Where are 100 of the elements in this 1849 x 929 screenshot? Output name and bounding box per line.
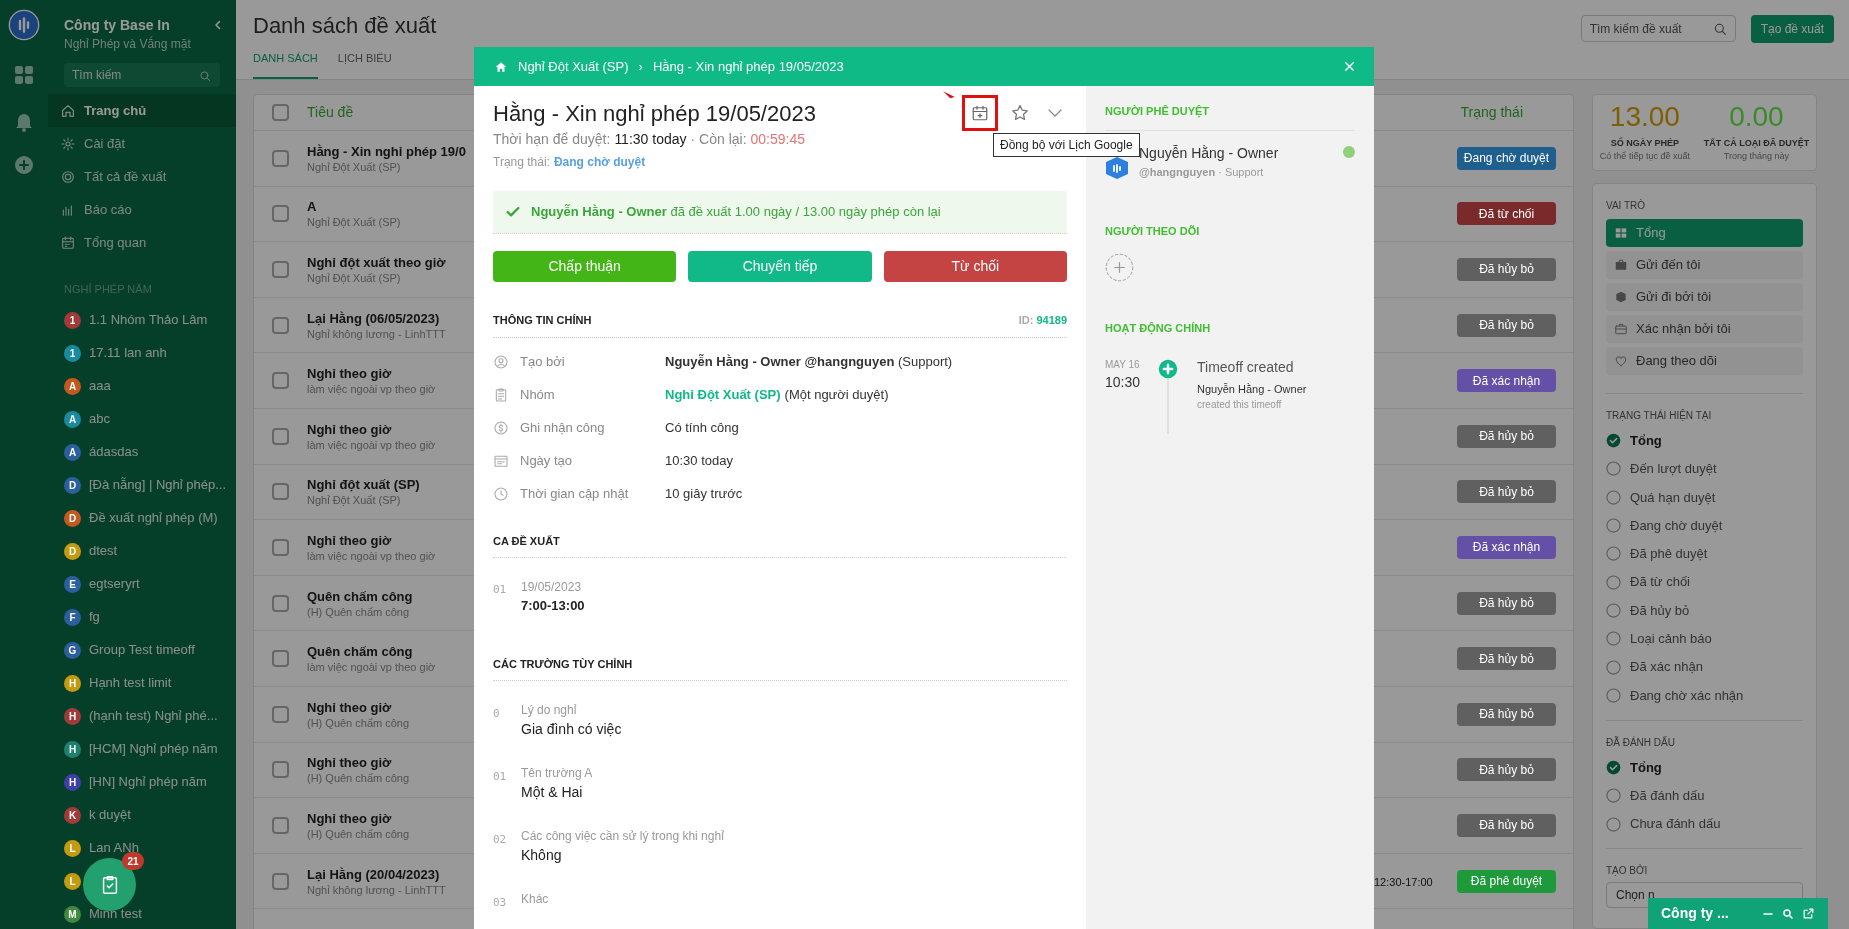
radio-icon[interactable] bbox=[1606, 788, 1621, 804]
radio-checked-icon[interactable] bbox=[1606, 433, 1621, 449]
group-link[interactable]: egtseryrt bbox=[89, 574, 140, 594]
field-label: Các công việc cần sử lý trong khi nghỉ bbox=[521, 828, 724, 845]
checkbox[interactable] bbox=[272, 816, 289, 834]
row-title[interactable]: Lại Hằng (20/04/2023) bbox=[307, 865, 440, 883]
checkbox[interactable] bbox=[272, 427, 289, 445]
calendar-add-icon[interactable] bbox=[971, 104, 989, 122]
tooltip: Đồng bộ với Lịch Google bbox=[993, 133, 1140, 157]
checkbox[interactable] bbox=[272, 650, 289, 668]
row-title[interactable]: Quên chấm công bbox=[307, 587, 413, 605]
radio-icon[interactable] bbox=[1606, 687, 1621, 703]
radio-icon[interactable] bbox=[1606, 631, 1621, 647]
group-link[interactable]: [Đà nẵng] | Nghỉ phép... bbox=[89, 475, 227, 495]
row-subtitle: (H) Quên chấm công bbox=[307, 604, 410, 619]
row-title[interactable]: Nghỉ đột xuất theo giờ bbox=[307, 254, 446, 271]
group-link[interactable]: 17.11 lan anh bbox=[89, 343, 167, 363]
group-link[interactable]: Đề xuất nghỉ phép (M) bbox=[89, 508, 218, 528]
approver-name: Nguyễn Hằng - Owner bbox=[1139, 143, 1280, 163]
radio-icon[interactable] bbox=[1606, 602, 1621, 618]
search-icon[interactable] bbox=[1782, 907, 1794, 920]
group-link[interactable]: aaa bbox=[89, 376, 111, 396]
radio-icon[interactable] bbox=[1606, 574, 1621, 590]
group-link[interactable]: Group Test timeoff bbox=[89, 640, 195, 660]
create-button[interactable]: Tạo đề xuất bbox=[1750, 15, 1834, 43]
action-button[interactable]: Chấp thuận bbox=[493, 251, 677, 282]
close-icon[interactable] bbox=[1343, 60, 1356, 73]
radio-label: Đã đánh dấu bbox=[1630, 787, 1705, 806]
checkbox[interactable] bbox=[272, 261, 289, 278]
radio-icon[interactable] bbox=[1606, 518, 1621, 534]
checkbox[interactable] bbox=[272, 316, 289, 334]
row-title[interactable]: Nghỉ theo giờ bbox=[307, 420, 392, 438]
external-link-icon[interactable] bbox=[1802, 907, 1815, 920]
radio-checked-icon[interactable] bbox=[1606, 760, 1621, 776]
remaining-label: · Còn lại: bbox=[690, 131, 747, 147]
group-link[interactable]: (hạnh test) Nghỉ phé... bbox=[89, 706, 218, 726]
search-field[interactable]: Tìm kiếm bbox=[64, 63, 220, 87]
radio-icon[interactable] bbox=[1606, 659, 1621, 675]
checkbox[interactable] bbox=[272, 483, 289, 501]
row-title[interactable]: Nghỉ theo giờ bbox=[307, 809, 392, 827]
add-follower-icon[interactable] bbox=[1105, 253, 1134, 282]
checkbox[interactable] bbox=[272, 205, 289, 223]
role-item[interactable]: Đang theo dõi bbox=[1606, 346, 1803, 375]
search-field[interactable]: Tìm kiếm đề xuất bbox=[1580, 15, 1736, 42]
role-item[interactable]: Tổng bbox=[1606, 218, 1803, 247]
nav-item[interactable]: Trang chủ bbox=[48, 94, 236, 127]
radio-icon[interactable] bbox=[1606, 546, 1621, 562]
checkbox[interactable] bbox=[272, 872, 289, 890]
row-title[interactable]: Lại Hằng (06/05/2023) bbox=[307, 309, 440, 327]
checkbox[interactable] bbox=[272, 761, 289, 779]
row-title[interactable]: Quên chấm công bbox=[307, 643, 413, 661]
checkbox[interactable] bbox=[272, 149, 289, 167]
group-link[interactable]: [HCM] Nghỉ phép năm bbox=[89, 739, 218, 759]
radio-icon[interactable] bbox=[1606, 489, 1621, 505]
checkbox[interactable] bbox=[272, 705, 289, 723]
role-item[interactable]: Gửi đi bởi tôi bbox=[1606, 282, 1803, 311]
row-title[interactable]: Nghỉ theo giờ bbox=[307, 698, 392, 716]
action-button[interactable]: Từ chối bbox=[883, 251, 1067, 282]
nav-item[interactable]: Cài đặt bbox=[48, 127, 236, 160]
tab[interactable]: DANH SÁCH bbox=[253, 46, 318, 79]
checkbox[interactable] bbox=[272, 538, 289, 556]
nav-item[interactable]: Tổng quan bbox=[48, 226, 236, 259]
chat-widget[interactable]: Công ty ... bbox=[1648, 898, 1828, 929]
group-link[interactable]: abc bbox=[89, 409, 110, 429]
row-title[interactable]: Nghỉ đột xuất (SP) bbox=[307, 476, 420, 494]
group-link[interactable]: fg bbox=[89, 607, 100, 627]
row-title[interactable]: Hằng - Xin nghỉ phép 19/0 bbox=[307, 142, 466, 160]
time-range: 12:30-17:00 bbox=[1374, 876, 1433, 888]
row-title[interactable]: A bbox=[307, 198, 317, 216]
group-link[interactable]: Hạnh test limit bbox=[89, 673, 172, 693]
grid-icon[interactable] bbox=[12, 63, 36, 87]
breadcrumb-current: Hằng - Xin nghỉ phép 19/05/2023 bbox=[652, 57, 844, 76]
action-button[interactable]: Chuyển tiếp bbox=[688, 251, 872, 282]
activity-time: 10:30 bbox=[1105, 372, 1142, 392]
field-value: Gia đình có việc bbox=[521, 720, 622, 739]
group-link[interactable]: k duyệt bbox=[89, 805, 131, 825]
summary-label: TẤT CẢ LOẠI ĐÃ DUYỆT bbox=[1703, 136, 1810, 150]
row-title[interactable]: Nghỉ theo giờ bbox=[307, 754, 392, 772]
star-icon[interactable] bbox=[1010, 103, 1030, 123]
tab[interactable]: LỊCH BIỂU bbox=[337, 46, 392, 79]
group-link[interactable]: dtest bbox=[89, 541, 118, 561]
radio-icon[interactable] bbox=[1606, 816, 1621, 832]
checkbox[interactable] bbox=[272, 372, 289, 390]
group-link[interactable]: 1.1 Nhóm Thảo Lâm bbox=[89, 310, 208, 330]
breadcrumb-link[interactable]: Nghỉ Đột Xuất (SP) bbox=[518, 56, 629, 77]
radio-icon[interactable] bbox=[1606, 461, 1621, 477]
checkbox[interactable] bbox=[272, 104, 289, 121]
nav-item[interactable]: Tất cả đề xuất bbox=[48, 160, 236, 193]
summary-note: Có thể tiếp tục đề xuất bbox=[1599, 150, 1690, 164]
role-item[interactable]: Xác nhận bởi tôi bbox=[1606, 314, 1803, 343]
row-title[interactable]: Nghỉ theo giờ bbox=[307, 365, 392, 383]
group-link[interactable]: [HN] Nghỉ phép năm bbox=[89, 772, 207, 792]
role-item[interactable]: Gửi đến tôi bbox=[1606, 250, 1803, 279]
add-circle-icon[interactable] bbox=[12, 153, 36, 177]
group-link[interactable]: Nghỉ Đột Xuất (SP) bbox=[665, 385, 781, 405]
row-title[interactable]: Nghỉ theo giờ bbox=[307, 531, 392, 549]
row-subtitle: Nghỉ Đột Xuất (SP) bbox=[307, 493, 401, 508]
checkbox[interactable] bbox=[272, 594, 289, 612]
nav-item[interactable]: Báo cáo bbox=[48, 193, 236, 226]
group-link[interactable]: ádasdas bbox=[89, 442, 139, 462]
